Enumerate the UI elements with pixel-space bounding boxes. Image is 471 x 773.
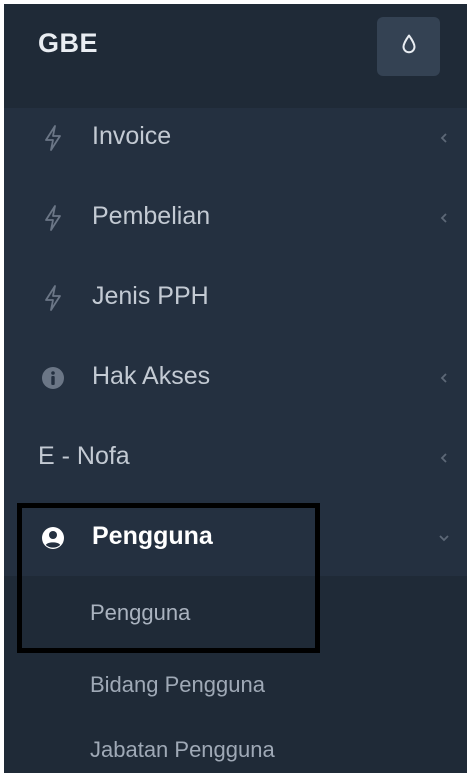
chevron-left-icon bbox=[438, 130, 450, 146]
sidebar-item-label: Invoice bbox=[92, 122, 172, 150]
chevron-down-icon bbox=[438, 530, 450, 546]
sidebar-brand: GBE bbox=[4, 4, 467, 108]
sidebar: GBE Invoice Pembelian Jenis PPH Hak Akse… bbox=[4, 4, 467, 773]
sidebar-item-pembelian[interactable]: Pembelian bbox=[4, 182, 467, 262]
sidebar-item-pengguna[interactable]: Pengguna bbox=[4, 502, 467, 582]
submenu-pengguna: Pengguna Bidang Pengguna Jabatan Penggun… bbox=[4, 576, 467, 773]
sidebar-item-label: Hak Akses bbox=[92, 362, 211, 390]
submenu-item-jabatan-pengguna[interactable]: Jabatan Pengguna bbox=[90, 737, 275, 763]
sidebar-item-jenis-pph[interactable]: Jenis PPH bbox=[4, 262, 467, 342]
sidebar-item-invoice[interactable]: Invoice bbox=[4, 102, 467, 182]
submenu-item-bidang-pengguna[interactable]: Bidang Pengguna bbox=[90, 672, 265, 698]
submenu-item-pengguna[interactable]: Pengguna bbox=[90, 600, 190, 626]
bolt-icon bbox=[40, 122, 66, 154]
sidebar-item-hak-akses[interactable]: Hak Akses bbox=[4, 342, 467, 422]
bolt-icon bbox=[40, 282, 66, 314]
chevron-left-icon bbox=[438, 370, 450, 386]
user-circle-icon bbox=[40, 522, 66, 554]
bolt-icon bbox=[40, 202, 66, 234]
chevron-left-icon bbox=[438, 450, 450, 466]
chevron-left-icon bbox=[438, 210, 450, 226]
sidebar-item-label: E - Nofa bbox=[38, 442, 130, 470]
droplet-icon bbox=[402, 34, 416, 59]
sidebar-item-label: Pembelian bbox=[92, 202, 211, 230]
sidebar-item-label: Pengguna bbox=[92, 522, 213, 550]
sidebar-item-label: Jenis PPH bbox=[92, 282, 209, 310]
info-circle-icon bbox=[40, 362, 66, 394]
brand-title[interactable]: GBE bbox=[38, 28, 98, 59]
sidebar-item-e-nofa[interactable]: E - Nofa bbox=[4, 422, 467, 502]
theme-toggle-button[interactable] bbox=[377, 17, 440, 76]
